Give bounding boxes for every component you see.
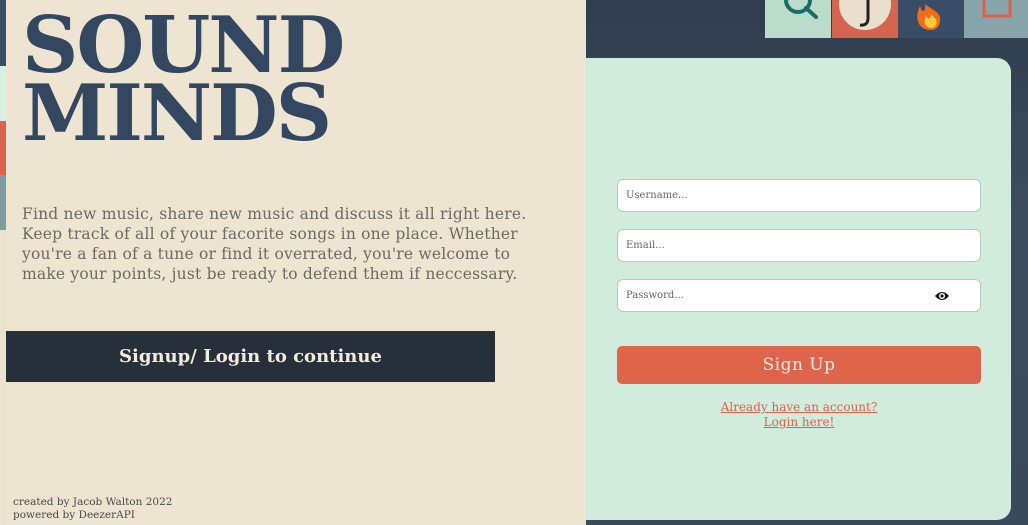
nav-tile-menu[interactable]	[964, 0, 1028, 38]
login-link[interactable]: Already have an account? Login here!	[617, 400, 981, 430]
password-input[interactable]	[626, 290, 980, 301]
hero-panel: SOUND MINDS Find new music, share new mu…	[6, 0, 586, 525]
brand-title: SOUND MINDS	[22, 7, 345, 159]
credit-api: powered by DeezerAPI	[13, 509, 135, 521]
search-icon	[784, 0, 818, 19]
nav-tile-trending[interactable]	[898, 0, 964, 38]
eye-icon[interactable]	[934, 289, 950, 303]
username-field[interactable]	[617, 179, 981, 212]
email-input[interactable]	[626, 240, 980, 251]
username-input[interactable]	[626, 190, 980, 201]
signup-form: Sign Up Already have an account? Login h…	[586, 58, 1011, 520]
password-field[interactable]	[617, 279, 981, 312]
nav-tile-profile[interactable]	[832, 0, 898, 38]
login-link-line-2[interactable]: Login here!	[617, 415, 981, 430]
credits: created by Jacob Walton 2022 powered by …	[13, 496, 172, 522]
brand-line-2: MINDS	[22, 68, 332, 159]
square-icon	[982, 0, 1012, 18]
nav-tile-search[interactable]	[765, 0, 831, 38]
avatar-icon	[839, 0, 891, 30]
signup-login-button[interactable]: Signup/ Login to continue	[6, 331, 495, 382]
fire-icon	[917, 4, 941, 30]
tagline: Find new music, share new music and disc…	[22, 205, 527, 283]
credit-author: created by Jacob Walton 2022	[13, 496, 173, 508]
login-link-line-1[interactable]: Already have an account?	[617, 400, 981, 415]
email-field[interactable]	[617, 229, 981, 262]
sign-up-button[interactable]: Sign Up	[617, 346, 981, 384]
